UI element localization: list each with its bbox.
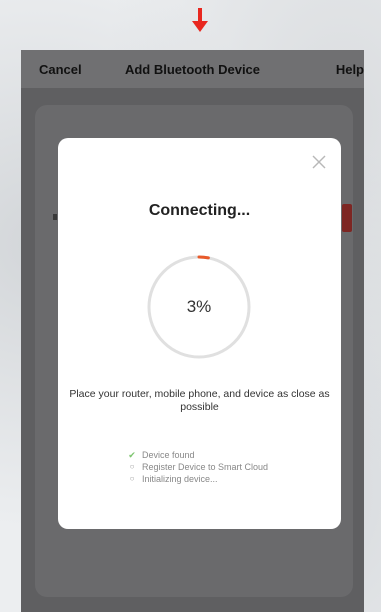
bullet-dot-icon: ○ xyxy=(129,474,135,483)
close-icon[interactable] xyxy=(309,152,329,172)
background-button xyxy=(342,204,352,232)
down-arrow-icon xyxy=(192,8,208,32)
step-register-cloud: ○ Register Device to Smart Cloud xyxy=(127,461,268,473)
step-device-found: ✔ Device found xyxy=(127,449,268,461)
step-label: Initializing device... xyxy=(142,474,218,484)
progress-percent: 3% xyxy=(186,297,212,316)
navigation-bar: Cancel Add Bluetooth Device Help xyxy=(21,50,364,88)
placement-hint: Place your router, mobile phone, and dev… xyxy=(69,388,330,413)
step-initializing: ○ Initializing device... xyxy=(127,473,268,485)
step-label: Register Device to Smart Cloud xyxy=(142,462,269,472)
page-title: Add Bluetooth Device xyxy=(124,62,261,77)
dialog-title: Connecting... xyxy=(148,202,251,219)
bullet-dot-icon: ○ xyxy=(129,462,135,471)
progress-steps: ✔ Device found ○ Register Device to Smar… xyxy=(127,449,268,485)
checkmark-icon: ✔ xyxy=(128,450,136,460)
background-icon xyxy=(53,214,57,220)
connecting-dialog: Connecting... 3% Place your router, mobi… xyxy=(58,138,341,529)
step-label: Device found xyxy=(142,450,195,460)
help-button[interactable]: Help xyxy=(336,62,364,77)
phone-screen: Cancel Add Bluetooth Device Help Connect… xyxy=(21,50,364,612)
